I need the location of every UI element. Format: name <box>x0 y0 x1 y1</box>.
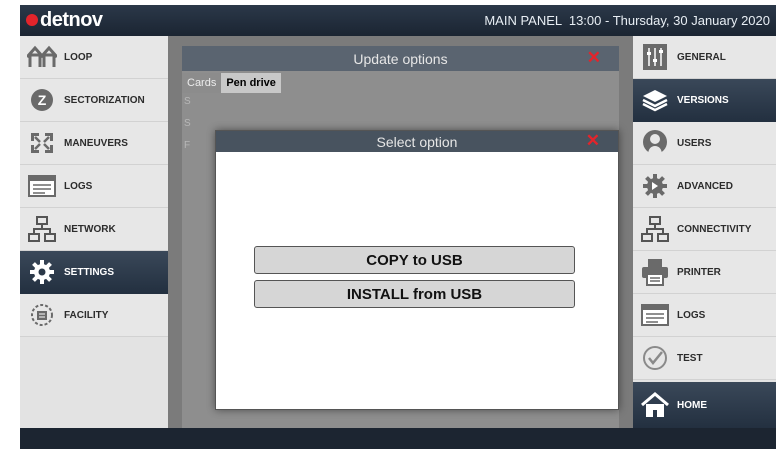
install-from-usb-button[interactable]: INSTALL from USB <box>254 280 575 308</box>
tab-cards[interactable]: Cards <box>182 73 222 93</box>
test-icon <box>633 337 677 379</box>
nav-item-test[interactable]: TEST <box>633 337 776 380</box>
svg-text:Z: Z <box>38 92 47 108</box>
nav-label: FACILITY <box>64 309 109 321</box>
nav-item-facility[interactable]: FACILITY <box>20 294 168 337</box>
brand-name: detnov <box>40 8 103 31</box>
nav-label: CONNECTIVITY <box>677 223 752 235</box>
nav-item-users[interactable]: USERS <box>633 122 776 165</box>
facility-icon <box>20 294 64 336</box>
close-icon[interactable]: ✕ <box>587 48 601 68</box>
nav-item-general[interactable]: GENERAL <box>633 36 776 79</box>
printer-icon <box>633 251 677 293</box>
logo-dot-icon <box>26 14 38 26</box>
advanced-icon <box>633 165 677 207</box>
tab-bar: Cards Pen drive <box>182 73 281 93</box>
header-bar: detnov MAIN PANEL 13:00 - Thursday, 30 J… <box>20 5 776 36</box>
nav-label: MANEUVERS <box>64 137 128 149</box>
copy-to-usb-button[interactable]: COPY to USB <box>254 246 575 274</box>
obscured-list-item: F <box>184 140 191 151</box>
nav-label: ADVANCED <box>677 180 733 192</box>
sectorization-icon: Z <box>20 79 64 121</box>
select-option-dialog: Select option ✕ COPY to USB INSTALL from… <box>215 130 619 410</box>
right-sidebar: GENERAL VERSIONS USERS ADVANCED CONNECTI… <box>633 36 776 429</box>
nav-label: SECTORIZATION <box>64 94 145 106</box>
nav-item-connectivity[interactable]: CONNECTIVITY <box>633 208 776 251</box>
close-icon[interactable]: ✕ <box>586 131 600 151</box>
nav-label: USERS <box>677 137 712 149</box>
nav-item-versions[interactable]: VERSIONS <box>633 79 776 122</box>
logs-icon <box>20 165 64 207</box>
nav-label: LOOP <box>64 51 93 63</box>
dialog-title: Update options <box>353 51 448 67</box>
loop-icon <box>20 36 64 78</box>
main-panel: Update options ✕ Cards Pen drive S S F S… <box>168 36 633 428</box>
user-icon <box>633 122 677 164</box>
home-icon <box>633 384 677 426</box>
versions-icon <box>633 79 677 121</box>
update-options-titlebar: Update options ✕ <box>182 46 619 71</box>
nav-item-settings[interactable]: SETTINGS <box>20 251 168 294</box>
header-status: MAIN PANEL 13:00 - Thursday, 30 January … <box>484 13 770 28</box>
dialog-title: Select option <box>376 134 458 150</box>
left-sidebar: LOOP Z SECTORIZATION MANEUVERS LOGS NETW… <box>20 36 168 428</box>
gear-icon <box>20 251 64 293</box>
connectivity-icon <box>633 208 677 250</box>
nav-label: NETWORK <box>64 223 116 235</box>
app-window: detnov MAIN PANEL 13:00 - Thursday, 30 J… <box>20 5 776 449</box>
obscured-list: S S F <box>182 96 194 162</box>
nav-label: PRINTER <box>677 266 721 278</box>
general-icon <box>633 36 677 78</box>
footer-bar <box>20 428 776 449</box>
nav-item-logs-right[interactable]: LOGS <box>633 294 776 337</box>
maneuvers-icon <box>20 122 64 164</box>
update-options-dialog: Update options ✕ Cards Pen drive S S F S… <box>182 46 619 428</box>
nav-item-advanced[interactable]: ADVANCED <box>633 165 776 208</box>
nav-label: GENERAL <box>677 51 726 63</box>
nav-item-loop[interactable]: LOOP <box>20 36 168 79</box>
nav-item-printer[interactable]: PRINTER <box>633 251 776 294</box>
network-icon <box>20 208 64 250</box>
brand-logo: detnov <box>26 8 103 32</box>
obscured-list-item: S <box>184 118 191 129</box>
logs-icon <box>633 294 677 336</box>
obscured-list-item: S <box>184 96 191 107</box>
nav-label: LOGS <box>677 309 706 321</box>
tab-pen-drive[interactable]: Pen drive <box>221 73 281 93</box>
nav-item-logs[interactable]: LOGS <box>20 165 168 208</box>
nav-label: LOGS <box>64 180 93 192</box>
nav-label: VERSIONS <box>677 94 729 106</box>
nav-label: HOME <box>677 399 707 411</box>
nav-item-sectorization[interactable]: Z SECTORIZATION <box>20 79 168 122</box>
nav-label: SETTINGS <box>64 266 115 278</box>
nav-item-maneuvers[interactable]: MANEUVERS <box>20 122 168 165</box>
select-option-titlebar: Select option ✕ <box>216 131 618 152</box>
nav-label: TEST <box>677 352 703 364</box>
nav-item-home[interactable]: HOME <box>633 382 776 429</box>
nav-item-network[interactable]: NETWORK <box>20 208 168 251</box>
